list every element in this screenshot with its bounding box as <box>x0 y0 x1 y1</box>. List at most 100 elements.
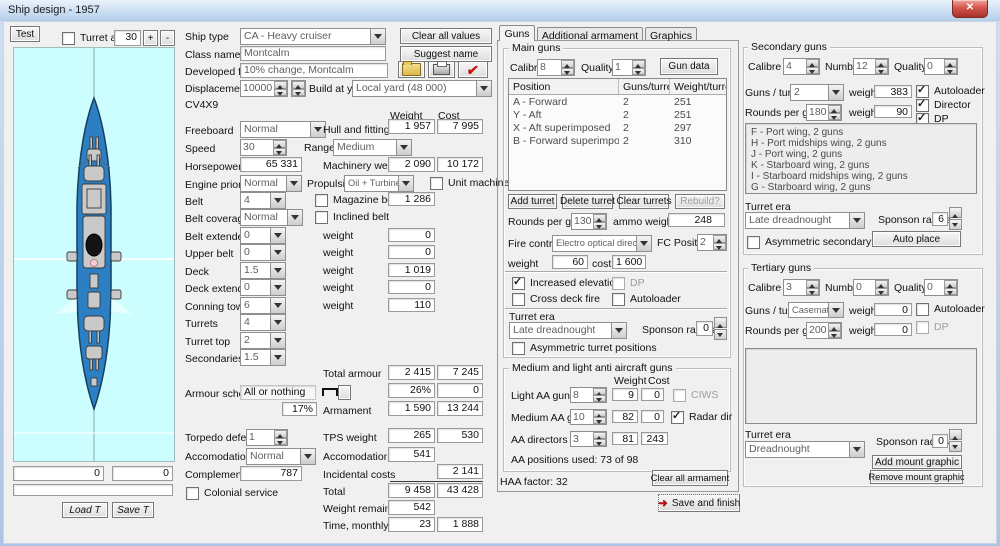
spinner-arrows-icon[interactable] <box>713 235 726 250</box>
chevron-down-icon[interactable] <box>270 263 285 278</box>
tg-rounds-spinner[interactable]: 200 <box>806 322 842 339</box>
mg-calibre-spinner[interactable]: 8 <box>537 59 575 76</box>
colonial-service-checkbox[interactable]: Colonial service <box>186 487 278 500</box>
arc-angle-input[interactable]: 30 <box>114 30 141 46</box>
suggest-name-button[interactable]: Suggest name <box>400 46 492 62</box>
mount-item[interactable]: I - Starboard midships wing, 2 guns <box>751 171 971 182</box>
add-mount-graphic-button[interactable]: Add mount graphic <box>872 455 962 469</box>
accomodation-select[interactable]: Normal <box>246 448 316 465</box>
belt-coverage-select[interactable]: Normal <box>240 209 303 226</box>
chevron-down-icon[interactable] <box>849 442 864 457</box>
autoloader-checkbox[interactable]: Autoloader <box>612 293 681 306</box>
armour-scheme-button[interactable] <box>338 385 351 400</box>
deck-extended-select[interactable]: 0 <box>240 279 286 296</box>
sg-turret-era-select[interactable]: Late dreadnought <box>745 212 865 229</box>
chevron-down-icon[interactable] <box>270 315 285 330</box>
chevron-down-icon[interactable] <box>636 236 651 251</box>
chevron-down-icon[interactable] <box>270 298 285 313</box>
tab-graphics[interactable]: Graphics <box>645 27 697 40</box>
spinner-arrows-icon[interactable] <box>875 59 888 74</box>
speed-spinner[interactable]: 30 <box>240 139 287 156</box>
save-and-finish-button[interactable]: ➜Save and finish <box>658 494 740 512</box>
freeboard-select[interactable]: Normal <box>240 121 326 138</box>
mount-item[interactable]: G - Starboard wing, 2 guns <box>751 182 971 193</box>
print-button[interactable] <box>428 61 455 78</box>
remove-mount-graphic-button[interactable]: Remove mount graphic <box>870 470 963 484</box>
inclined-belt-checkbox[interactable]: Inclined belt <box>315 211 389 224</box>
spinner-arrows-icon[interactable] <box>875 280 888 295</box>
spinner-arrows-icon[interactable] <box>561 60 574 75</box>
chevron-down-icon[interactable] <box>270 228 285 243</box>
chevron-down-icon[interactable] <box>849 213 864 228</box>
ship-top-view[interactable] <box>13 47 175 462</box>
chevron-down-icon[interactable] <box>300 449 315 464</box>
clear-all-values-button[interactable]: Clear all values <box>400 28 492 44</box>
validate-button[interactable]: ✔ <box>458 61 488 78</box>
mount-item[interactable]: J - Port wing, 2 guns <box>751 149 971 160</box>
spinner-arrows-icon[interactable] <box>806 280 819 295</box>
cross-deck-fire-checkbox[interactable]: Cross deck fire <box>512 293 600 306</box>
spinner-arrows-icon[interactable] <box>593 388 606 402</box>
turret-row[interactable]: X - Aft superimposed2297 <box>509 121 726 134</box>
sg-autoloader-checkbox[interactable]: ✓Autoloader <box>916 85 985 98</box>
engine-priority-select[interactable]: Normal <box>240 175 302 192</box>
ship-type-select[interactable]: CA - Heavy cruiser <box>240 28 386 45</box>
turret-row[interactable]: A - Forward2251 <box>509 95 726 108</box>
sg-rounds-spinner[interactable]: 180 <box>806 104 842 121</box>
chevron-down-icon[interactable] <box>270 333 285 348</box>
delete-turret-button[interactable]: Delete turret <box>562 194 613 209</box>
tab-additional-armament[interactable]: Additional armament <box>537 27 643 40</box>
spinner-arrows-icon[interactable] <box>273 140 286 155</box>
arc-minus-button[interactable]: - <box>160 30 175 46</box>
tg-turret-era-select[interactable]: Dreadnought <box>745 441 865 458</box>
spinner-arrows-icon[interactable] <box>593 432 606 446</box>
displacement-aux-spinner[interactable] <box>291 80 306 97</box>
spinner-arrows-icon[interactable] <box>593 410 606 424</box>
mount-item[interactable]: K - Starboard wing, 2 guns <box>751 160 971 171</box>
save-template-button[interactable]: Save T <box>112 502 154 518</box>
secondary-mounts-list[interactable]: F - Port wing, 2 guns H - Port midships … <box>745 123 977 194</box>
chevron-down-icon[interactable] <box>396 140 411 155</box>
tg-sponson-spinner[interactable] <box>949 429 962 453</box>
mount-item[interactable]: F - Port wing, 2 guns <box>751 127 971 138</box>
chevron-down-icon[interactable] <box>611 323 626 338</box>
open-button[interactable] <box>398 61 425 78</box>
aa-directors-spinner[interactable]: 3 <box>570 431 607 447</box>
upper-belt-select[interactable]: 0 <box>240 244 286 261</box>
load-template-button[interactable]: Load T <box>62 502 108 518</box>
fire-control-select[interactable]: Electro optical director <box>552 235 652 252</box>
class-name-input[interactable]: Montcalm <box>240 46 386 61</box>
spinner-arrows-icon[interactable] <box>806 59 819 74</box>
add-turret-button[interactable]: Add turret <box>508 194 557 209</box>
sg-guns-turret-select[interactable]: 2 <box>790 84 844 101</box>
chevron-down-icon[interactable] <box>270 245 285 260</box>
increased-elevation-checkbox[interactable]: ✓Increased elevation <box>512 277 621 290</box>
close-button[interactable]: ✕ <box>952 0 988 18</box>
torpedo-defence-spinner[interactable]: 1 <box>246 429 288 446</box>
chevron-down-icon[interactable] <box>287 210 302 225</box>
arc-plus-button[interactable]: + <box>143 30 158 46</box>
auto-place-button[interactable]: Auto place <box>872 231 961 247</box>
chevron-down-icon[interactable] <box>828 85 843 100</box>
clear-turrets-button[interactable]: Clear turrets <box>619 194 669 209</box>
range-select[interactable]: Medium <box>333 139 412 156</box>
chevron-down-icon[interactable] <box>398 176 413 191</box>
chevron-down-icon[interactable] <box>270 193 285 208</box>
chevron-down-icon[interactable] <box>828 303 843 317</box>
titlebar[interactable]: Ship design - 1957 ✕ <box>0 0 1000 21</box>
belt-extended-select[interactable]: 0 <box>240 227 286 244</box>
chevron-down-icon[interactable] <box>370 29 385 44</box>
turret-row[interactable]: Y - Aft2251 <box>509 108 726 121</box>
tertiary-mounts-list[interactable] <box>745 348 977 424</box>
clear-all-armament-button[interactable]: Clear all armament <box>652 470 728 486</box>
spinner-arrows-icon[interactable] <box>944 280 957 295</box>
tab-guns[interactable]: Guns <box>499 25 535 41</box>
mg-sponson-spinner[interactable] <box>714 317 727 341</box>
tg-quality-spinner[interactable]: 0 <box>924 279 958 296</box>
gun-data-button[interactable]: Gun data <box>660 58 718 75</box>
deck-select[interactable]: 1.5 <box>240 262 286 279</box>
fc-positions-spinner[interactable]: 2 <box>697 234 727 251</box>
sg-sponson-spinner[interactable] <box>949 207 962 231</box>
propulsion-select[interactable]: Oil + Turbine <box>344 175 414 192</box>
medium-aa-spinner[interactable]: 10 <box>570 409 607 425</box>
